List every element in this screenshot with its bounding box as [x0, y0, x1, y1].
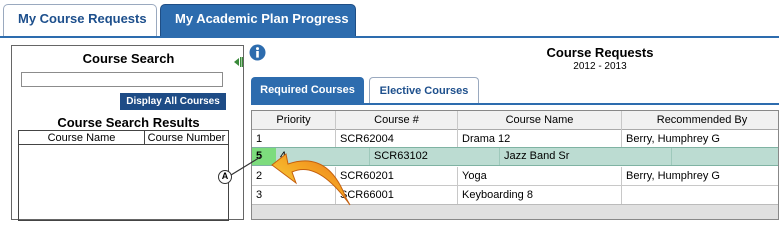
row-course-number: SCR66001 — [336, 186, 458, 205]
table-row[interactable]: 3 SCR66001 Keyboarding 8 — [252, 186, 778, 205]
display-all-courses-button[interactable]: Display All Courses — [120, 93, 226, 110]
info-icon[interactable] — [249, 44, 266, 61]
table-row[interactable]: 2 SCR60201 Yoga Berry, Humphrey G — [252, 167, 778, 186]
column-header-recommended-by[interactable]: Recommended By — [622, 111, 778, 130]
results-header-row: Course Name Course Number — [19, 131, 228, 145]
tab-elective-courses[interactable]: Elective Courses — [369, 77, 479, 105]
row-priority: 2 — [252, 167, 336, 186]
results-column-course-number[interactable]: Course Number — [145, 131, 228, 145]
course-requests-grid: Priority Course # Course Name Recommende… — [251, 110, 779, 220]
grid-footer — [252, 204, 778, 219]
dragged-row[interactable]: 5 4 SCR63102 Jazz Band Sr — [252, 147, 778, 166]
inner-tab-underline — [251, 103, 779, 105]
school-year-range: 2012 - 2013 — [573, 61, 627, 72]
row-course-name: Yoga — [458, 167, 622, 186]
collapse-panel-icon[interactable] — [233, 57, 243, 67]
row-recommended-by — [622, 186, 778, 205]
column-header-priority[interactable]: Priority — [252, 111, 336, 130]
tab-required-courses[interactable]: Required Courses — [251, 77, 364, 103]
tab-my-academic-plan-progress[interactable]: My Academic Plan Progress — [160, 4, 356, 37]
row-course-number: SCR60201 — [336, 167, 458, 186]
annotation-callout: A — [218, 170, 232, 184]
dragged-priority: 4 — [276, 148, 370, 165]
row-course-name: Keyboarding 8 — [458, 186, 622, 205]
course-search-results-table: Course Name Course Number — [18, 130, 229, 221]
row-priority: 3 — [252, 186, 336, 205]
course-search-results-title: Course Search Results — [57, 115, 200, 130]
course-search-panel: Course Search Display All Courses Course… — [11, 45, 244, 221]
results-column-course-name[interactable]: Course Name — [19, 131, 145, 145]
row-recommended-by: Berry, Humphrey G — [626, 170, 720, 182]
dragged-course-number: SCR63102 — [370, 148, 500, 165]
dragged-new-priority: 5 — [256, 150, 263, 162]
grid-header-row: Priority Course # Course Name Recommende… — [252, 111, 778, 130]
tab-my-course-requests[interactable]: My Course Requests — [3, 4, 157, 37]
course-requests-title: Course Requests — [546, 45, 654, 60]
column-header-course-name[interactable]: Course Name — [458, 111, 622, 130]
top-tab-bar: My Course Requests My Academic Plan Prog… — [0, 0, 779, 38]
dragged-course-name: Jazz Band Sr — [500, 148, 672, 165]
tab-underline — [0, 36, 779, 38]
course-search-title: Course Search — [82, 51, 175, 66]
column-header-course-number[interactable]: Course # — [336, 111, 458, 130]
course-search-input[interactable] — [21, 72, 223, 87]
